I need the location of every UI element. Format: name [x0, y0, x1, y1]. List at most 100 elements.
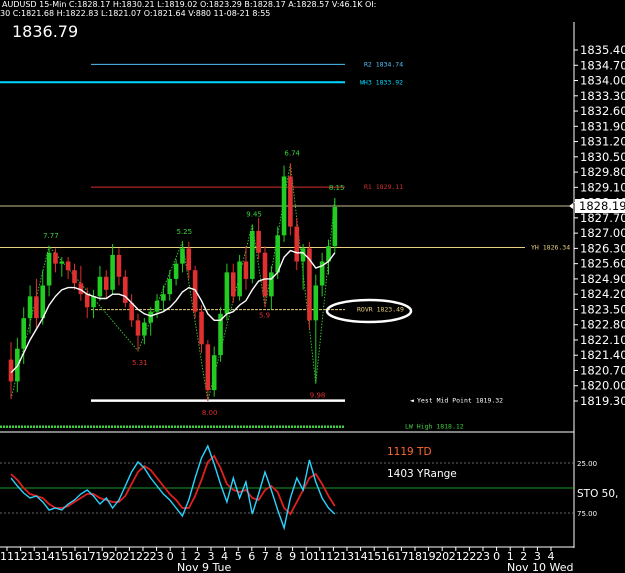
price-tick-label: 1831.20: [580, 135, 625, 149]
candle-body: [237, 261, 242, 297]
time-tick-label: 16: [381, 550, 395, 563]
candle-body: [224, 272, 230, 314]
price-tick-label: 1820.00: [580, 379, 625, 393]
price-tick-label: 1821.40: [580, 348, 625, 362]
time-tick-label: 20: [109, 550, 123, 563]
candle-body: [262, 252, 268, 297]
stoch-td-label: 1119 TD: [387, 446, 432, 458]
level-label-wh3: WH3 1833.92: [360, 78, 403, 86]
candle-body: [161, 294, 166, 301]
price-tick-label: 1820.70: [580, 363, 625, 377]
stoch-range-label: 1403 YRange: [387, 468, 457, 480]
time-tick-label: 22: [462, 550, 476, 563]
candle-body: [269, 272, 274, 297]
candle-body: [40, 285, 46, 319]
time-tick-label: 17: [82, 550, 96, 563]
chart-subtitle-line: 30 C:1821.68 H:1822.83 L:1821.07 O:1821.…: [0, 9, 270, 18]
candle-body: [243, 261, 249, 279]
price-marker[interactable]: 1828.19: [569, 199, 625, 213]
level-label-r1: R1 1829.11: [364, 183, 403, 191]
time-tick-label: 12: [326, 550, 340, 563]
time-tick-label: 15: [367, 550, 381, 563]
time-tick-label: 14: [41, 550, 55, 563]
date-label: Nov 9 Tue: [177, 561, 231, 573]
price-tick-label: 1822.80: [580, 318, 625, 332]
candle-body: [21, 318, 26, 349]
time-tick-label: 17: [394, 550, 408, 563]
time-tick-label: 23: [476, 550, 490, 563]
time-tick-label: 11: [313, 550, 327, 563]
candle-body: [250, 230, 255, 279]
time-tick-label: 11: [0, 550, 14, 563]
candle-body: [167, 278, 173, 295]
price-marker-label: 1828.19: [579, 199, 625, 213]
swing-label: 9.98: [310, 392, 326, 400]
swing-label: 8.15: [329, 184, 345, 192]
time-tick-label: 23: [150, 550, 164, 563]
time-tick-label: 0: [493, 550, 500, 563]
candle-body: [173, 263, 179, 279]
time-tick-label: 13: [340, 550, 354, 563]
price-tick-label: 1831.90: [580, 119, 625, 133]
chart-background: [0, 0, 625, 573]
candle-body: [116, 254, 122, 277]
swing-label: 6.74: [284, 149, 300, 157]
price-tick-label: 1830.50: [580, 150, 625, 164]
candle-body: [34, 296, 39, 319]
price-tick-label: 1824.90: [580, 272, 625, 286]
date-label: Nov 10 Wed: [507, 561, 573, 573]
price-tick-label: 1827.00: [580, 226, 625, 240]
candle-body: [84, 294, 90, 308]
level-label-yh: YH 1826.34: [531, 244, 570, 252]
swing-label: 8.00: [202, 409, 218, 417]
level-label-r2: R2 1834.74: [364, 60, 403, 68]
candle-body: [65, 261, 71, 271]
candle-body: [103, 276, 109, 290]
time-tick-label: 20: [435, 550, 449, 563]
candle-body: [199, 311, 204, 345]
price-tick-label: 1832.60: [580, 104, 625, 118]
price-tick-label: 1822.10: [580, 333, 625, 347]
price-tick-label: 1829.10: [580, 180, 625, 194]
price-tick-label: 1824.20: [580, 287, 625, 301]
swing-label: 7.77: [43, 232, 59, 240]
candle-body: [53, 252, 58, 264]
level-label-ymid: Yest Mid Point 1819.32: [417, 397, 503, 405]
price-tick-label: 1825.60: [580, 257, 625, 271]
stoch-indicator-label: STO 50,: [577, 488, 618, 500]
chart-canvas: AUDUSD 15-Min C:1828.17 H:1830.21 L:1819…: [0, 0, 625, 573]
time-tick-label: 19: [95, 550, 109, 563]
candle-body: [46, 252, 52, 286]
price-tick-label: 1834.70: [580, 58, 625, 72]
time-tick-label: 12: [14, 550, 28, 563]
time-tick-label: 21: [449, 550, 463, 563]
candle-body: [180, 248, 185, 264]
price-tick-label: 1833.30: [580, 89, 625, 103]
candle-body: [281, 176, 287, 236]
level-label-lwh: LW High 1818.12: [405, 423, 464, 431]
time-tick-label: 21: [122, 550, 136, 563]
candle-body: [59, 261, 65, 264]
candle-body: [256, 230, 261, 253]
candle-body: [205, 344, 211, 391]
stoch-lower-level-label: 75.00: [577, 510, 597, 518]
candle-body: [288, 176, 293, 227]
price-axis: 1835.401834.701834.001833.301832.601831.…: [574, 43, 625, 408]
time-tick-label: 19: [422, 550, 436, 563]
time-tick-label: 18: [408, 550, 422, 563]
price-tick-label: 1826.30: [580, 241, 625, 255]
time-tick-label: 6: [248, 550, 255, 563]
time-tick-label: 8: [276, 550, 283, 563]
candle-body: [91, 296, 96, 308]
candle-body: [332, 206, 338, 247]
price-tick-label: 1829.80: [580, 165, 625, 179]
time-tick-label: 9: [289, 550, 296, 563]
time-tick-label: 15: [54, 550, 68, 563]
candle-body: [294, 226, 300, 262]
price-tick-label: 1819.30: [580, 394, 625, 408]
candle-body: [154, 300, 160, 312]
time-tick-label: 16: [68, 550, 82, 563]
candle-body: [230, 272, 236, 297]
stoch-upper-level-label: 25.00: [577, 460, 597, 468]
price-tick-label: 1835.40: [580, 43, 625, 57]
